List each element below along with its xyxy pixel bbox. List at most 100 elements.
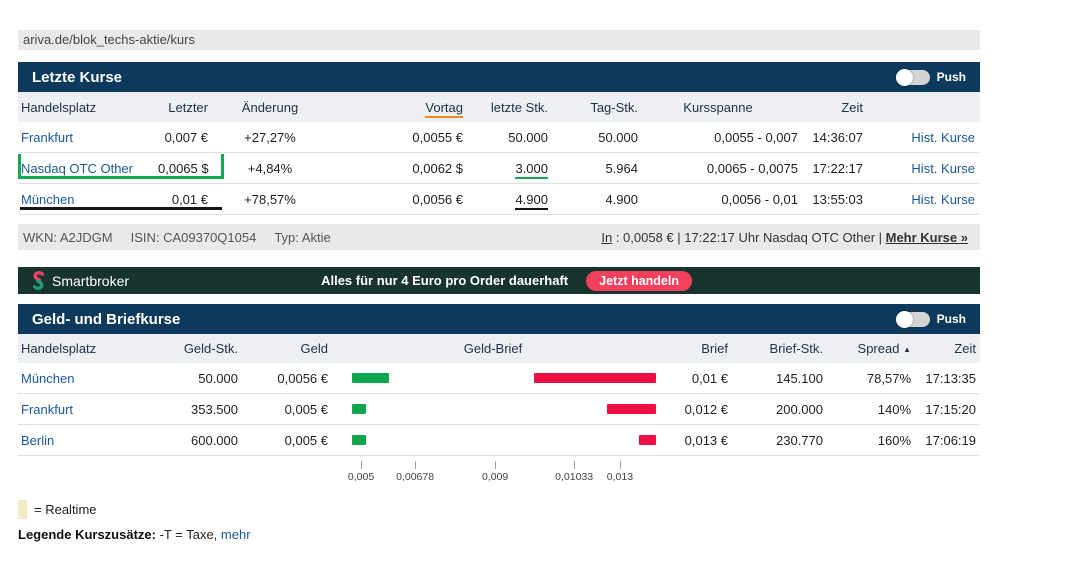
smartbroker-logo-icon bbox=[31, 271, 46, 290]
col-zeit: Zeit bbox=[798, 100, 863, 115]
zeit-value: 17:22:17 bbox=[798, 161, 863, 176]
url-bar: ariva.de/blok_techs-aktie/kurs bbox=[18, 30, 980, 50]
spread-value: 160% bbox=[823, 433, 911, 448]
zeit-value: 14:36:07 bbox=[798, 130, 863, 145]
brief-bar bbox=[639, 435, 656, 445]
table-row: Frankfurt 0,007 € +27,27% 0,0055 € 50.00… bbox=[18, 122, 980, 153]
ad-banner[interactable]: Smartbroker Alles für nur 4 Euro pro Ord… bbox=[18, 267, 980, 294]
exchange-link[interactable]: Frankfurt bbox=[21, 402, 73, 417]
brief-stk-value: 200.000 bbox=[728, 402, 823, 417]
vortag-value: 0,0056 € bbox=[318, 192, 463, 207]
geld-brief-header: Geld- und Briefkurse Push bbox=[18, 304, 980, 334]
tag-stk-value: 5.964 bbox=[548, 161, 638, 176]
letzte-kurse-rows: Frankfurt 0,007 € +27,27% 0,0055 € 50.00… bbox=[18, 122, 980, 215]
push-toggle-knob[interactable] bbox=[896, 311, 913, 328]
brief-value: 0,013 € bbox=[658, 433, 728, 448]
hist-kurse-link[interactable]: Hist. Kurse bbox=[911, 161, 975, 176]
typ-value: Typ: Aktie bbox=[274, 230, 330, 245]
page-container: ariva.de/blok_techs-aktie/kurs Letzte Ku… bbox=[18, 30, 980, 542]
geld-stk-value: 353.500 bbox=[158, 402, 238, 417]
realtime-legend-text: = Realtime bbox=[34, 502, 97, 517]
realtime-legend: = Realtime bbox=[18, 500, 980, 519]
brief-stk-value: 230.770 bbox=[728, 433, 823, 448]
smartbroker-brand[interactable]: Smartbroker bbox=[18, 271, 129, 290]
table-row: München 0,01 € +78,57% 0,0056 € 4.900 4.… bbox=[18, 184, 980, 215]
spread-chart-cell bbox=[328, 425, 658, 455]
wkn-value: WKN: A2JDGM bbox=[23, 230, 113, 245]
col-handelsplatz: Handelsplatz bbox=[18, 100, 158, 115]
table-row: Nasdaq OTC Other 0,0065 $ +4,84% 0,0062 … bbox=[18, 153, 980, 184]
mehr-link[interactable]: mehr bbox=[221, 527, 251, 542]
brief-bar bbox=[607, 404, 657, 414]
table-row: München 50.000 0,0056 € 0,01 € 145.100 7… bbox=[18, 363, 980, 394]
mehr-kurse-link[interactable]: Mehr Kurse » bbox=[886, 230, 968, 245]
jetzt-handeln-button[interactable]: Jetzt handeln bbox=[586, 271, 692, 291]
geld-brief-column-headers: Handelsplatz Geld-Stk. Geld Geld-Brief B… bbox=[18, 334, 980, 363]
geld-brief-rows: München 50.000 0,0056 € 0,01 € 145.100 7… bbox=[18, 363, 980, 456]
letzte-stk-value: 50.000 bbox=[508, 130, 548, 145]
push-toggle-track[interactable] bbox=[896, 312, 930, 327]
spread-value: 140% bbox=[823, 402, 911, 417]
kurszusaetze-legend: Legende Kurszusätze: -T = Taxe, mehr bbox=[18, 527, 980, 542]
spread-value: 78,57% bbox=[823, 371, 911, 386]
push-toggle[interactable]: Push bbox=[896, 70, 966, 85]
realtime-quote-text: : 0,0058 € | 17:22:17 Uhr Nasdaq OTC Oth… bbox=[612, 230, 885, 245]
aenderung-value: +27,27% bbox=[208, 130, 318, 145]
realtime-swatch bbox=[18, 500, 27, 519]
col-aenderung: Änderung bbox=[208, 100, 318, 115]
table-row: Frankfurt 353.500 0,005 € 0,012 € 200.00… bbox=[18, 394, 980, 425]
exchange-link[interactable]: München bbox=[21, 192, 74, 207]
table-row: Berlin 600.000 0,005 € 0,013 € 230.770 1… bbox=[18, 425, 980, 456]
col-letzter: Letzter bbox=[158, 100, 208, 115]
spread-chart-cell bbox=[328, 394, 658, 424]
kurszusaetze-label: Legende Kurszusätze: bbox=[18, 527, 156, 542]
brief-stk-value: 145.100 bbox=[728, 371, 823, 386]
col-spread-sort[interactable]: Spread bbox=[858, 341, 900, 356]
push-toggle[interactable]: Push bbox=[896, 312, 966, 327]
col-letzte-stk: letzte Stk. bbox=[463, 100, 548, 115]
aenderung-value: +78,57% bbox=[208, 192, 318, 207]
exchange-link[interactable]: Frankfurt bbox=[21, 130, 73, 145]
isin-value: ISIN: CA09370Q1054 bbox=[131, 230, 257, 245]
geld-stk-value: 600.000 bbox=[158, 433, 238, 448]
realtime-source-link[interactable]: In bbox=[601, 230, 612, 245]
hist-kurse-link[interactable]: Hist. Kurse bbox=[911, 130, 975, 145]
price-update-highlight bbox=[20, 207, 222, 210]
kurszusaetze-text: -T = Taxe, bbox=[156, 527, 221, 542]
col-handelsplatz: Handelsplatz bbox=[18, 341, 158, 356]
geld-value: 0,005 € bbox=[238, 402, 328, 417]
zeit-value: 17:13:35 bbox=[911, 371, 980, 386]
col-brief: Brief bbox=[658, 341, 728, 356]
letzte-stk-value: 4.900 bbox=[515, 192, 548, 210]
tag-stk-value: 4.900 bbox=[548, 192, 638, 207]
breadcrumb: ariva.de/blok_techs-aktie/kurs bbox=[23, 32, 195, 47]
brand-name: Smartbroker bbox=[52, 273, 129, 289]
section-title: Letzte Kurse bbox=[18, 69, 122, 86]
push-toggle-knob[interactable] bbox=[896, 69, 913, 86]
geld-brief-section: Geld- und Briefkurse Push Handelsplatz G… bbox=[18, 304, 980, 491]
col-kursspanne: Kursspanne bbox=[638, 100, 798, 115]
brief-value: 0,012 € bbox=[658, 402, 728, 417]
exchange-link[interactable]: München bbox=[21, 371, 74, 386]
geld-value: 0,005 € bbox=[238, 433, 328, 448]
letzte-kurse-header: Letzte Kurse Push bbox=[18, 62, 980, 92]
hist-kurse-link[interactable]: Hist. Kurse bbox=[911, 192, 975, 207]
geld-bar bbox=[352, 404, 366, 414]
exchange-link[interactable]: Berlin bbox=[21, 433, 54, 448]
letzte-kurse-column-headers: Handelsplatz Letzter Änderung Vortag let… bbox=[18, 92, 980, 122]
kursspanne-value: 0,0065 - 0,0075 bbox=[638, 161, 798, 176]
sort-asc-icon: ▲ bbox=[903, 345, 911, 354]
col-geld-brief: Geld-Brief bbox=[328, 341, 658, 356]
push-toggle-label: Push bbox=[937, 312, 966, 326]
zeit-value: 17:06:19 bbox=[911, 433, 980, 448]
geld-bar bbox=[352, 435, 366, 445]
col-geld-stk: Geld-Stk. bbox=[158, 341, 238, 356]
exchange-link[interactable]: Nasdaq OTC Other bbox=[21, 161, 133, 176]
banner-message: Alles für nur 4 Euro pro Order dauerhaft bbox=[321, 273, 568, 288]
col-vortag-sort[interactable]: Vortag bbox=[425, 100, 463, 118]
aenderung-value: +4,84% bbox=[208, 161, 318, 176]
col-tag-stk: Tag-Stk. bbox=[548, 100, 638, 115]
spread-chart-cell bbox=[328, 363, 658, 393]
push-toggle-track[interactable] bbox=[896, 70, 930, 85]
zeit-value: 13:55:03 bbox=[798, 192, 863, 207]
